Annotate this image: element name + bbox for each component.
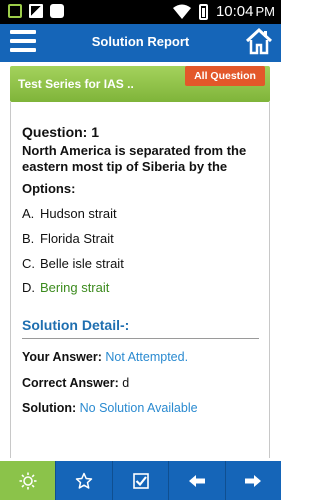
divider — [22, 338, 259, 339]
bottom-toolbar — [0, 461, 281, 500]
test-name: Test Series for IAS .. — [18, 77, 134, 91]
tab-bookmark[interactable] — [56, 461, 113, 500]
battery-icon — [198, 3, 208, 20]
correct-answer: Correct Answer: d — [22, 376, 130, 390]
lightbulb-icon — [19, 472, 37, 489]
solution-text: Solution: No Solution Available — [22, 401, 198, 415]
test-header: Test Series for IAS .. All Question — [10, 66, 270, 102]
wifi-icon — [172, 4, 191, 20]
notification-icon — [8, 4, 22, 18]
clock: 10:04 PM — [215, 3, 275, 20]
checkbox-icon — [132, 472, 149, 489]
home-icon[interactable] — [245, 27, 273, 55]
question-text: North America is separated from the east… — [22, 143, 247, 174]
arrow-right-icon — [245, 474, 262, 487]
page-title: Solution Report — [91, 34, 190, 49]
tab-previous[interactable] — [169, 461, 226, 500]
star-icon — [75, 472, 93, 489]
your-answer: Your Answer: Not Attempted. — [22, 350, 189, 364]
option-c: C. Belle isle strait — [22, 256, 124, 271]
solution-title: Solution Detail-: — [22, 317, 130, 333]
status-bar: 10:04 PM — [0, 0, 281, 24]
option-d: D. Bering strait — [22, 280, 110, 295]
image-notification-icon — [29, 4, 43, 18]
all-question-button[interactable]: All Question — [185, 66, 265, 86]
options-label: Options: — [22, 181, 76, 196]
app-bar: Solution Report — [0, 24, 281, 62]
option-a: A. Hudson strait — [22, 206, 117, 221]
arrow-left-icon — [188, 474, 205, 487]
tab-hint[interactable] — [0, 461, 57, 500]
store-notification-icon — [50, 4, 64, 18]
option-b: B. Florida Strait — [22, 231, 114, 246]
question-number: Question: 1 — [22, 124, 100, 140]
tab-mark[interactable] — [113, 461, 170, 500]
tab-next[interactable] — [226, 461, 281, 500]
